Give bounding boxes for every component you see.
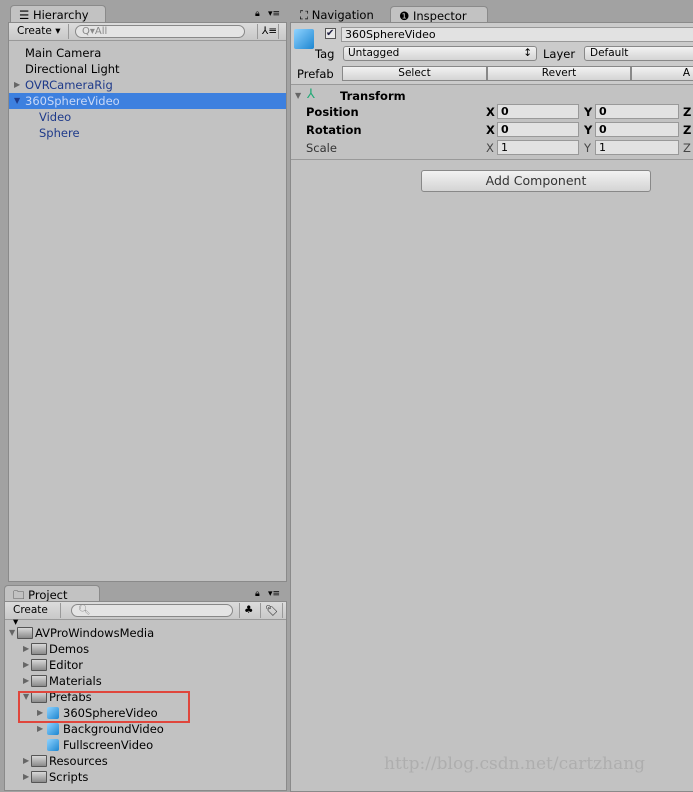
prefab-label: Prefab (297, 67, 334, 81)
layer-dropdown[interactable]: Default (584, 46, 693, 61)
hierarchy-filter-icon[interactable]: ⅄≡ (257, 24, 279, 39)
filter-by-type-icon[interactable]: ♣ (239, 603, 261, 618)
active-checkbox[interactable]: ✔ (325, 28, 336, 39)
folder-item[interactable]: ▶ Resources (5, 753, 286, 769)
list-item[interactable]: Directional Light (9, 61, 286, 77)
project-search-input[interactable]: 🔍︎ (71, 604, 233, 617)
info-icon: ❶ (399, 9, 413, 23)
list-item-selected[interactable]: ▼ 360SphereVideo (9, 93, 286, 109)
list-item[interactable]: Main Camera (9, 45, 286, 61)
x-axis-label: X (486, 123, 495, 137)
x-axis-label: X (486, 105, 495, 119)
prefab-select-button[interactable]: Select (342, 66, 487, 81)
z-axis-label: Z (683, 141, 691, 155)
y-axis-label: Y (584, 141, 592, 155)
hierarchy-panel: Create ▾ Q▾All ⅄≡ Main Camera Directiona… (8, 22, 287, 582)
tab-navigation[interactable]: ⛶ Navigation (292, 6, 384, 23)
rotation-y-input[interactable]: 0 (595, 122, 679, 137)
position-x-input[interactable]: 0 (497, 104, 579, 119)
divider (291, 159, 693, 160)
list-item[interactable]: Video (9, 109, 286, 125)
watermark: http://blog.csdn.net/cartzhang (384, 754, 646, 774)
tag-label: Tag (315, 47, 335, 61)
list-item[interactable]: ▶ OVRCameraRig (9, 77, 286, 93)
panel-menu-icon[interactable]: ▾≡ (268, 589, 280, 599)
position-y-input[interactable]: 0 (595, 104, 679, 119)
filter-by-label-icon[interactable]: 🏷︎ (261, 603, 283, 618)
transform-title[interactable]: Transform (340, 89, 406, 103)
hierarchy-create-button[interactable]: Create ▾ (13, 24, 69, 39)
tab-project[interactable]: 🗀 Project (4, 585, 100, 602)
folder-item[interactable]: ▶ Scripts (5, 769, 286, 785)
add-component-button[interactable]: Add Component (421, 170, 651, 192)
navigation-icon: ⛶ (300, 8, 312, 22)
collapse-arrow-icon[interactable]: ▼ (295, 91, 301, 100)
prefab-revert-button[interactable]: Revert (487, 66, 631, 81)
scale-y-input[interactable]: 1 (595, 140, 679, 155)
inspector-panel: ✔ 360SphereVideo Tag Untagged ↕ Layer Def… (290, 22, 693, 792)
transform-icon: ⅄ (307, 87, 315, 102)
panel-menu-icon[interactable]: ▾≡ (268, 9, 280, 19)
folder-icon: 🗀 (13, 588, 29, 602)
position-label: Position (306, 105, 359, 119)
scale-x-input[interactable]: 1 (497, 140, 579, 155)
folder-item[interactable]: ▶ Editor (5, 657, 286, 673)
folder-item[interactable]: ▶ Demos (5, 641, 286, 657)
y-axis-label: Y (584, 123, 593, 137)
lock-icon[interactable]: 🔒︎ (255, 9, 260, 19)
y-axis-label: Y (584, 105, 593, 119)
folder-item[interactable]: ▶ Materials (5, 673, 286, 689)
layer-label: Layer (543, 47, 576, 61)
expand-arrow-icon[interactable]: ▶ (14, 77, 20, 93)
tab-hierarchy[interactable]: ☰ Hierarchy (10, 5, 106, 22)
scale-label: Scale (306, 141, 337, 155)
collapse-arrow-icon[interactable]: ▼ (14, 93, 20, 109)
highlight-box (18, 691, 190, 723)
object-name-input[interactable]: 360SphereVideo (341, 27, 693, 42)
list-item[interactable]: Sphere (9, 125, 286, 141)
hierarchy-list-icon: ☰ (19, 8, 33, 22)
x-axis-label: X (486, 141, 494, 155)
z-axis-label: Z (683, 105, 692, 119)
hierarchy-search-input[interactable]: Q▾All (75, 25, 245, 38)
prefab-item[interactable]: FullscreenVideo (5, 737, 286, 753)
project-create-button[interactable]: Create ▾ (9, 603, 61, 628)
tag-dropdown[interactable]: Untagged ↕ (343, 46, 537, 61)
prefab-apply-button[interactable]: A (631, 66, 693, 81)
prefab-item[interactable]: ▶ BackgroundVideo (5, 721, 286, 737)
lock-icon[interactable]: 🔒︎ (255, 589, 260, 599)
rotation-x-input[interactable]: 0 (497, 122, 579, 137)
gameobject-cube-icon (294, 29, 314, 49)
z-axis-label: Z (683, 123, 692, 137)
folder-item[interactable]: ▼ AVProWindowsMedia (5, 625, 286, 641)
tab-inspector[interactable]: ❶ Inspector (390, 6, 488, 23)
rotation-label: Rotation (306, 123, 362, 137)
